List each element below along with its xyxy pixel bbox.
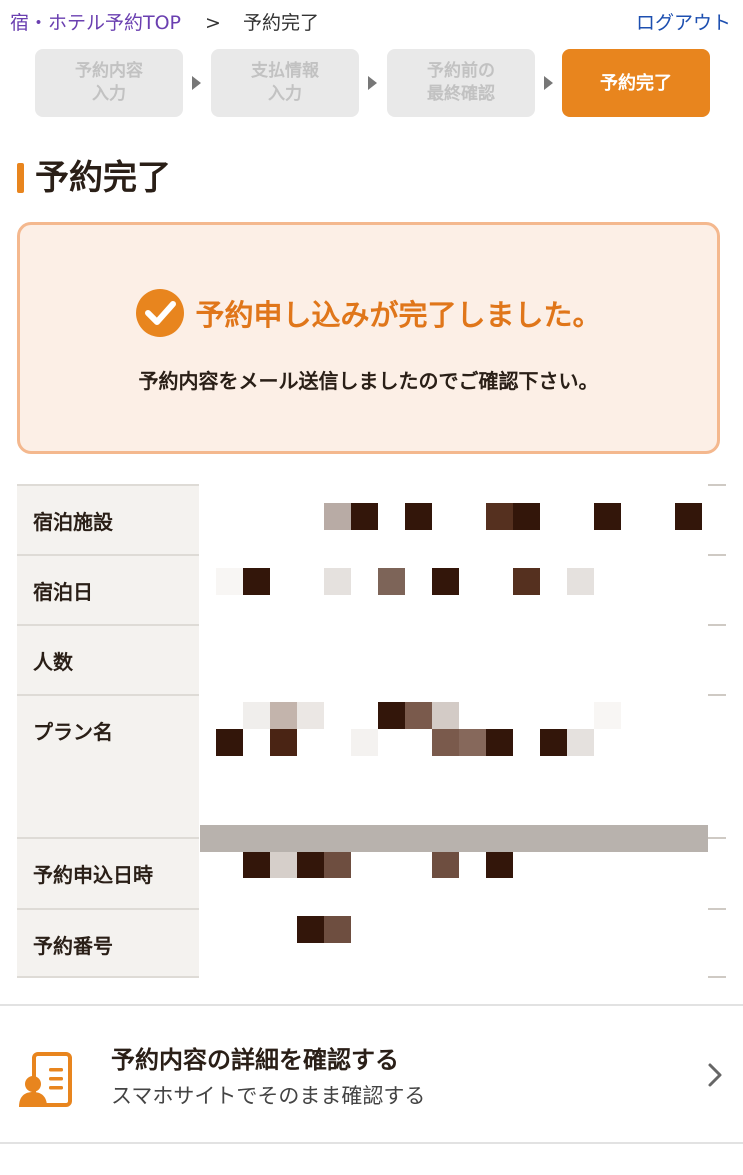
section-divider [0,1142,743,1144]
step-arrow-icon [368,76,377,90]
step-arrow-icon [544,76,553,90]
view-reservation-details-link[interactable]: 予約内容の詳細を確認する スマホサイトでそのまま確認する [0,1006,743,1142]
redacted-value [199,694,726,837]
table-bottom-border [17,976,199,978]
row-divider [708,624,726,626]
step-2: 支払情報 入力 [211,49,359,117]
logout-link[interactable]: ログアウト [636,10,731,36]
info-label-cell: 予約申込日時 [17,837,199,908]
completion-message-box: 予約申し込みが完了しました。 予約内容をメール送信しましたのでご確認下さい。 [17,222,720,454]
info-label: 予約申込日時 [33,863,153,887]
info-row-facility: 宿泊施設 [17,484,726,554]
detail-link-subtitle: スマホサイトでそのまま確認する [111,1084,426,1108]
info-label: 宿泊日 [33,580,93,604]
breadcrumb-home-link[interactable]: 宿・ホテル予約TOP [10,10,181,36]
completion-message: 予約内容をメール送信しましたのでご確認下さい。 [138,369,599,393]
breadcrumb-current: 予約完了 [243,12,320,34]
info-row-guests: 人数 [17,624,726,694]
step-3: 予約前の 最終確認 [387,49,535,117]
page-title: 予約完了 [35,158,171,198]
breadcrumb-separator: > [205,12,221,34]
chevron-right-icon [708,1063,722,1087]
check-circle-icon [136,289,185,337]
info-row-date: 宿泊日 [17,554,726,624]
redacted-value [199,484,726,554]
info-row-plan: プラン名 [17,694,726,837]
info-label: 人数 [33,650,73,674]
reservation-info-table: 宿泊施設 宿泊日 人数 プラン名 予約申込日時 予約番号 [17,484,726,978]
redacted-value-bar [200,825,708,852]
info-label: 宿泊施設 [33,510,113,534]
detail-link-title: 予約内容の詳細を確認する [111,1046,399,1074]
completion-heading: 予約申し込みが完了しました。 [195,298,602,332]
step-4-current: 予約完了 [562,49,710,117]
info-label-cell: 予約番号 [17,908,199,978]
info-label: プラン名 [33,720,113,744]
info-label: 予約番号 [33,934,113,958]
step-arrow-icon [192,76,201,90]
progress-steps: 予約内容 入力 支払情報 入力 予約前の 最終確認 予約完了 [35,49,711,119]
redacted-value [199,908,726,978]
redacted-value [199,554,726,624]
step-1: 予約内容 入力 [35,49,183,117]
info-label-cell: 宿泊施設 [17,484,199,554]
info-label-cell: 人数 [17,624,199,694]
top-bar: 宿・ホテル予約TOP > 予約完了 ログアウト [0,0,743,44]
document-user-icon [19,1052,72,1107]
info-label-cell: プラン名 [17,694,199,837]
title-accent-bar [17,163,24,193]
info-label-cell: 宿泊日 [17,554,199,624]
info-row-booking-number: 予約番号 [17,908,726,978]
